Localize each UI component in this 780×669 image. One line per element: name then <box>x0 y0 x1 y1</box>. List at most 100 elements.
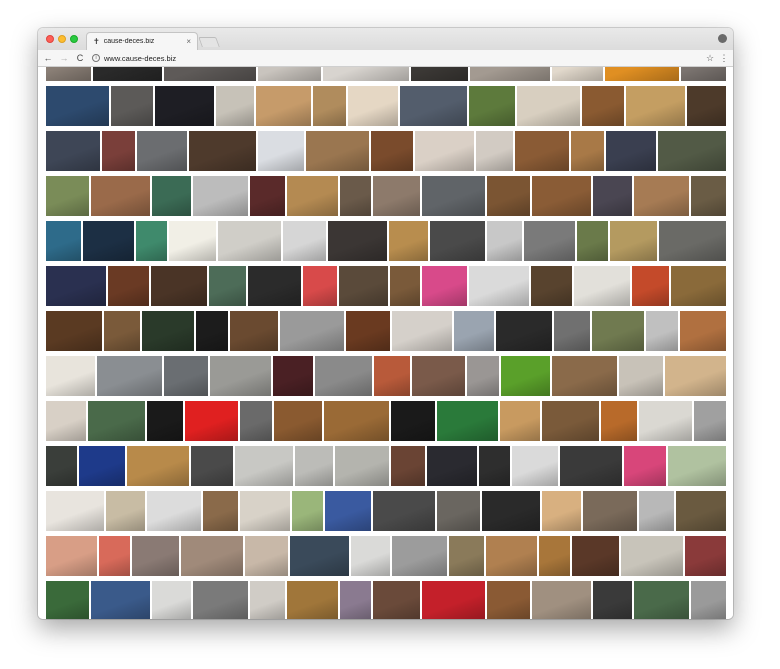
gallery-thumbnail[interactable] <box>258 67 321 81</box>
gallery-thumbnail[interactable] <box>46 266 106 306</box>
profile-icon[interactable] <box>718 34 727 43</box>
gallery-thumbnail[interactable] <box>691 176 726 216</box>
gallery-thumbnail[interactable] <box>273 356 313 396</box>
gallery-thumbnail[interactable] <box>46 221 81 261</box>
gallery-thumbnail[interactable] <box>185 401 238 441</box>
gallery-thumbnail[interactable] <box>335 446 389 486</box>
gallery-thumbnail[interactable] <box>676 491 726 531</box>
gallery-thumbnail[interactable] <box>680 311 726 351</box>
gallery-thumbnail[interactable] <box>88 401 145 441</box>
gallery-thumbnail[interactable] <box>287 581 338 619</box>
gallery-thumbnail[interactable] <box>501 356 550 396</box>
gallery-thumbnail[interactable] <box>46 311 102 351</box>
gallery-thumbnail[interactable] <box>619 356 663 396</box>
gallery-thumbnail[interactable] <box>93 67 162 81</box>
gallery-thumbnail[interactable] <box>142 311 194 351</box>
gallery-thumbnail[interactable] <box>639 491 674 531</box>
gallery-thumbnail[interactable] <box>313 86 346 126</box>
gallery-thumbnail[interactable] <box>606 131 656 171</box>
gallery-thumbnail[interactable] <box>422 581 485 619</box>
gallery-thumbnail[interactable] <box>340 581 371 619</box>
gallery-thumbnail[interactable] <box>164 356 208 396</box>
gallery-thumbnail[interactable] <box>102 131 135 171</box>
gallery-thumbnail[interactable] <box>449 536 484 576</box>
gallery-thumbnail[interactable] <box>230 311 278 351</box>
gallery-thumbnail[interactable] <box>256 86 311 126</box>
zoom-window-button[interactable] <box>70 35 78 43</box>
gallery-thumbnail[interactable] <box>389 221 428 261</box>
gallery-thumbnail[interactable] <box>665 356 726 396</box>
gallery-thumbnail[interactable] <box>371 131 413 171</box>
gallery-thumbnail[interactable] <box>411 67 468 81</box>
gallery-thumbnail[interactable] <box>111 86 153 126</box>
gallery-thumbnail[interactable] <box>295 446 333 486</box>
gallery-thumbnail[interactable] <box>658 131 726 171</box>
gallery-thumbnail[interactable] <box>624 446 666 486</box>
gallery-thumbnail[interactable] <box>106 491 145 531</box>
gallery-thumbnail[interactable] <box>577 221 608 261</box>
gallery-thumbnail[interactable] <box>46 176 89 216</box>
gallery-thumbnail[interactable] <box>346 311 390 351</box>
gallery-thumbnail[interactable] <box>137 131 187 171</box>
gallery-thumbnail[interactable] <box>287 176 338 216</box>
gallery-thumbnail[interactable] <box>91 581 150 619</box>
gallery-thumbnail[interactable] <box>517 86 580 126</box>
gallery-thumbnail[interactable] <box>280 311 344 351</box>
gallery-thumbnail[interactable] <box>196 311 228 351</box>
gallery-thumbnail[interactable] <box>209 266 246 306</box>
gallery-thumbnail[interactable] <box>250 581 285 619</box>
gallery-thumbnail[interactable] <box>500 401 540 441</box>
new-tab-button[interactable] <box>198 37 220 47</box>
gallery-thumbnail[interactable] <box>240 491 290 531</box>
gallery-thumbnail[interactable] <box>691 581 726 619</box>
gallery-thumbnail[interactable] <box>250 176 285 216</box>
gallery-thumbnail[interactable] <box>469 266 529 306</box>
gallery-thumbnail[interactable] <box>391 401 435 441</box>
gallery-thumbnail[interactable] <box>169 221 216 261</box>
gallery-thumbnail[interactable] <box>104 311 140 351</box>
gallery-thumbnail[interactable] <box>574 266 630 306</box>
gallery-thumbnail[interactable] <box>274 401 322 441</box>
gallery-thumbnail[interactable] <box>632 266 669 306</box>
gallery-thumbnail[interactable] <box>152 581 191 619</box>
gallery-thumbnail[interactable] <box>46 446 77 486</box>
gallery-thumbnail[interactable] <box>496 311 552 351</box>
gallery-thumbnail[interactable] <box>634 176 689 216</box>
gallery-thumbnail[interactable] <box>427 446 477 486</box>
gallery-thumbnail[interactable] <box>552 67 603 81</box>
gallery-thumbnail[interactable] <box>283 221 326 261</box>
close-window-button[interactable] <box>46 35 54 43</box>
gallery-thumbnail[interactable] <box>392 536 447 576</box>
gallery-thumbnail[interactable] <box>373 176 420 216</box>
gallery-thumbnail[interactable] <box>415 131 474 171</box>
gallery-thumbnail[interactable] <box>487 176 530 216</box>
gallery-thumbnail[interactable] <box>646 311 678 351</box>
gallery-thumbnail[interactable] <box>91 176 150 216</box>
gallery-thumbnail[interactable] <box>687 86 726 126</box>
gallery-thumbnail[interactable] <box>605 67 679 81</box>
gallery-thumbnail[interactable] <box>46 581 89 619</box>
gallery-thumbnail[interactable] <box>164 67 256 81</box>
gallery-thumbnail[interactable] <box>147 401 183 441</box>
gallery-thumbnail[interactable] <box>482 491 540 531</box>
gallery-thumbnail[interactable] <box>46 401 86 441</box>
gallery-thumbnail[interactable] <box>193 581 248 619</box>
gallery-thumbnail[interactable] <box>235 446 293 486</box>
gallery-thumbnail[interactable] <box>374 356 410 396</box>
gallery-thumbnail[interactable] <box>467 356 499 396</box>
gallery-thumbnail[interactable] <box>524 221 575 261</box>
gallery-thumbnail[interactable] <box>315 356 372 396</box>
gallery-thumbnail[interactable] <box>659 221 726 261</box>
gallery-thumbnail[interactable] <box>532 176 591 216</box>
gallery-thumbnail[interactable] <box>203 491 238 531</box>
gallery-thumbnail[interactable] <box>46 491 104 531</box>
menu-icon[interactable]: ⋮ <box>719 53 729 64</box>
gallery-thumbnail[interactable] <box>191 446 233 486</box>
gallery-thumbnail[interactable] <box>108 266 149 306</box>
gallery-thumbnail[interactable] <box>46 67 91 81</box>
bookmark-star-icon[interactable]: ☆ <box>705 53 715 64</box>
gallery-thumbnail[interactable] <box>626 86 685 126</box>
gallery-thumbnail[interactable] <box>46 131 100 171</box>
gallery-thumbnail[interactable] <box>391 446 425 486</box>
gallery-thumbnail[interactable] <box>668 446 726 486</box>
